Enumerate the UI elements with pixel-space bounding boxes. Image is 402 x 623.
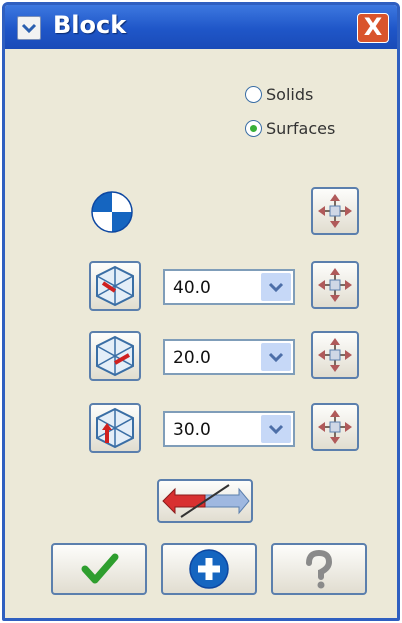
radio-label-surfaces: Surfaces <box>266 119 336 138</box>
radio-solids[interactable]: Solids <box>245 85 313 104</box>
apply-button[interactable] <box>161 543 257 595</box>
move-arrows-icon <box>318 268 352 302</box>
block-height-icon <box>96 407 134 449</box>
reverse-direction-button[interactable] <box>157 479 253 523</box>
length-value: 40.0 <box>173 278 211 298</box>
move-button-width[interactable] <box>311 331 359 379</box>
chevron-down-icon[interactable] <box>261 415 291 443</box>
radio-circle[interactable] <box>245 86 262 103</box>
move-arrows-icon <box>318 410 352 444</box>
block-length-icon <box>96 265 134 307</box>
radio-circle-selected[interactable] <box>245 120 262 137</box>
chevron-down-icon[interactable] <box>261 273 291 301</box>
width-value: 20.0 <box>173 348 211 368</box>
direction-arrow-icon <box>162 484 250 518</box>
chevron-down-icon[interactable] <box>261 343 291 371</box>
plus-icon <box>189 549 229 589</box>
move-button-height[interactable] <box>311 403 359 451</box>
block-height-button[interactable] <box>89 403 141 453</box>
chevron-down-icon[interactable] <box>17 16 41 40</box>
help-button[interactable] <box>271 543 367 595</box>
question-icon <box>306 549 333 589</box>
radio-surfaces[interactable]: Surfaces <box>245 119 335 138</box>
move-button-length[interactable] <box>311 261 359 309</box>
block-dialog: Block X Solids Surfaces 40.0 20.0 30.0 <box>2 2 400 621</box>
height-combo[interactable]: 30.0 <box>163 411 295 447</box>
height-value: 30.0 <box>173 420 211 440</box>
anchor-point-icon[interactable] <box>89 189 135 239</box>
block-length-button[interactable] <box>89 261 141 311</box>
move-arrows-icon <box>318 338 352 372</box>
length-combo[interactable]: 40.0 <box>163 269 295 305</box>
block-width-button[interactable] <box>89 331 141 381</box>
checkmark-icon <box>81 553 119 584</box>
width-combo[interactable]: 20.0 <box>163 339 295 375</box>
radio-label-solids: Solids <box>266 85 314 104</box>
close-button[interactable]: X <box>357 13 389 43</box>
move-button-anchor[interactable] <box>311 187 359 235</box>
title-bar[interactable]: Block X <box>5 5 397 49</box>
ok-button[interactable] <box>51 543 147 595</box>
block-width-icon <box>96 335 134 377</box>
window-title: Block <box>53 11 127 39</box>
move-arrows-icon <box>318 194 352 228</box>
